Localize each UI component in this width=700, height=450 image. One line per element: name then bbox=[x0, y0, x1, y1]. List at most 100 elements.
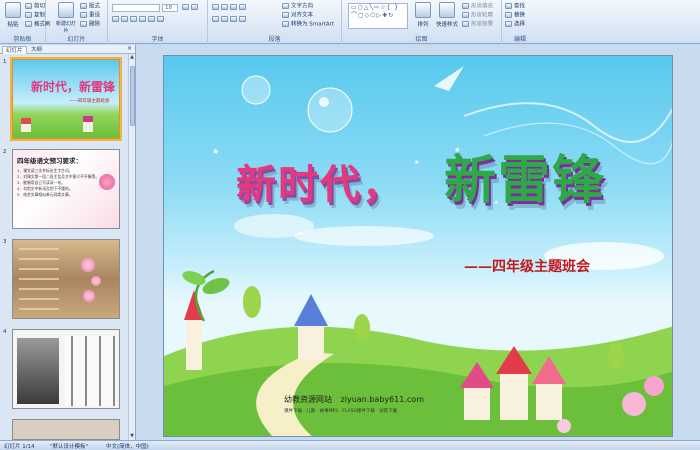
delete-icon bbox=[80, 21, 87, 27]
slide-title-part1: 新时代， bbox=[236, 162, 404, 208]
footer-links: 课件下载 · 儿歌 · 故事MP3 · FLASH课件下载 · 试卷下载 bbox=[284, 409, 398, 414]
slides-group: 新建幻灯片 版式 重设 删除 幻灯片 bbox=[46, 0, 108, 44]
font-format-buttons[interactable] bbox=[112, 16, 166, 24]
smartart-button[interactable]: 转换为 SmartArt bbox=[282, 21, 334, 29]
drawing-group: ▭○△╲⇨☆{ } ⌒▢◇⬠▷✚↻ 排列 快速样式 形状填充 形状轮廓 形状效果 … bbox=[342, 0, 502, 44]
align-buttons[interactable] bbox=[212, 16, 248, 24]
font-group: 18 字体 bbox=[108, 0, 208, 44]
paragraph-label: 段落 bbox=[268, 36, 281, 43]
replace-button[interactable]: 替换 bbox=[505, 12, 525, 20]
slide-thumb-row[interactable]: 3 bbox=[0, 239, 128, 321]
shape-fill-button[interactable]: 形状填充 bbox=[462, 3, 493, 11]
swoosh bbox=[463, 102, 672, 143]
slide-background-art: ★ ★ ★ ★ bbox=[164, 66, 672, 436]
underline-icon bbox=[130, 16, 137, 22]
portrait-photo bbox=[17, 338, 59, 404]
font-size-combo[interactable]: 18 bbox=[162, 4, 178, 12]
layout-button[interactable]: 版式 bbox=[80, 3, 100, 11]
thumb-subtitle: ——四年级主题班会 bbox=[69, 99, 110, 104]
arrange-button[interactable]: 排列 bbox=[412, 2, 434, 32]
tower bbox=[186, 320, 202, 370]
slides-panel: 幻灯片 大纲 × 1 新时代，新雷锋 ——四年级主题班会 2 四年级语文预习要求… bbox=[0, 45, 136, 440]
tab-slides[interactable]: 幻灯片 bbox=[2, 46, 27, 54]
font-name-combo[interactable] bbox=[112, 4, 160, 12]
brush-icon bbox=[25, 21, 32, 27]
slide-number: 4 bbox=[3, 329, 7, 335]
bubble bbox=[307, 87, 353, 133]
sprout-leaf bbox=[182, 271, 206, 285]
house-shape bbox=[21, 118, 31, 132]
scissors-icon bbox=[25, 3, 32, 9]
flower bbox=[622, 392, 646, 416]
find-button[interactable]: 查找 bbox=[505, 3, 525, 11]
align-center-icon bbox=[221, 16, 228, 22]
new-slide-icon bbox=[58, 2, 74, 18]
text-direction-icon bbox=[282, 3, 289, 9]
ribbon: 粘贴 剪切 复制 格式刷 剪贴板 新建幻灯片 版式 重设 删除 幻灯片 18 字… bbox=[0, 0, 700, 44]
numbering-icon bbox=[221, 4, 228, 10]
replace-icon bbox=[505, 12, 512, 18]
close-icon[interactable]: × bbox=[127, 45, 132, 52]
slide-thumbnail[interactable] bbox=[12, 329, 120, 409]
text-direction-button[interactable]: 文字方向 bbox=[282, 3, 313, 11]
copy-button[interactable]: 复制 bbox=[25, 12, 45, 20]
grow-font-icon bbox=[182, 4, 189, 10]
new-slide-button[interactable]: 新建幻灯片 bbox=[54, 2, 78, 34]
slide-canvas[interactable]: ★ ★ ★ ★ 新时代， 新雷锋 ——四年级主题班会 幼教资源网站 ziyuan… bbox=[163, 55, 673, 437]
select-button[interactable]: 选择 bbox=[505, 21, 525, 29]
reset-button[interactable]: 重设 bbox=[80, 12, 100, 20]
site-name: 幼教资源网站 ziyuan.baby611.com bbox=[284, 394, 424, 405]
slide-thumb-row[interactable]: 4 bbox=[0, 329, 128, 411]
clipboard-group: 粘贴 剪切 复制 格式刷 剪贴板 bbox=[0, 0, 51, 44]
scroll-up-icon[interactable]: ▲ bbox=[129, 54, 135, 61]
shape-effects-button[interactable]: 形状效果 bbox=[462, 21, 493, 29]
align-right-icon bbox=[230, 16, 237, 22]
slide-thumbnail[interactable]: 四年级语文预习要求： 1．课文读三次并标出生字生词。 2．对课文第一段二段主旨及… bbox=[12, 149, 120, 229]
slide-subtitle: ——四年级主题班会 bbox=[464, 259, 590, 275]
star-icon: ★ bbox=[414, 159, 419, 166]
grow-font-button[interactable] bbox=[182, 4, 200, 12]
list-buttons[interactable] bbox=[212, 4, 248, 12]
bird-shape bbox=[434, 66, 464, 91]
house bbox=[500, 372, 528, 420]
scrollbar-thumb[interactable] bbox=[130, 66, 135, 126]
quick-styles-button[interactable]: 快速样式 bbox=[434, 2, 460, 32]
paste-icon bbox=[5, 2, 21, 18]
font-label: 字体 bbox=[151, 36, 164, 43]
house bbox=[464, 386, 490, 420]
slides-label: 幻灯片 bbox=[67, 36, 86, 43]
slide-number: 3 bbox=[3, 239, 7, 245]
cut-button[interactable]: 剪切 bbox=[25, 3, 45, 11]
shape-outline-button[interactable]: 形状轮廓 bbox=[462, 12, 493, 20]
paste-button[interactable]: 粘贴 bbox=[2, 2, 24, 32]
align-text-icon bbox=[282, 12, 289, 18]
cloud bbox=[294, 226, 434, 246]
delete-button[interactable]: 删除 bbox=[80, 21, 100, 29]
scroll-down-icon[interactable]: ▼ bbox=[129, 433, 135, 440]
effects-icon bbox=[462, 21, 469, 27]
flower bbox=[557, 419, 571, 433]
slide-title-part2: 新雷锋 bbox=[444, 151, 607, 211]
slide-thumbnail[interactable] bbox=[12, 419, 120, 440]
slide-number: 2 bbox=[3, 149, 7, 155]
panel-scrollbar[interactable]: ▲ ▼ bbox=[128, 54, 135, 440]
quick-styles-icon bbox=[439, 2, 455, 18]
slide-thumb-row[interactable]: 1 新时代，新雷锋 ——四年级主题班会 bbox=[0, 57, 128, 141]
flower-decoration bbox=[83, 290, 95, 302]
tree bbox=[243, 286, 261, 318]
editing-label: 编辑 bbox=[513, 36, 526, 43]
flower-decoration bbox=[99, 174, 115, 190]
slide-thumbnail[interactable] bbox=[12, 239, 120, 319]
site-url: ziyuan.baby611.com bbox=[340, 395, 424, 404]
slide-thumbnail[interactable]: 新时代，新雷锋 ——四年级主题班会 bbox=[10, 57, 122, 141]
select-icon bbox=[505, 21, 512, 27]
slide-thumb-row[interactable] bbox=[0, 419, 128, 440]
tab-outline[interactable]: 大纲 bbox=[28, 46, 45, 54]
slide-thumb-row[interactable]: 2 四年级语文预习要求： 1．课文读三次并标出生字生词。 2．对课文第一段二段主… bbox=[0, 149, 128, 231]
editing-group: 查找 替换 选择 编辑 bbox=[502, 0, 538, 44]
align-left-icon bbox=[212, 16, 219, 22]
thumb-heading: 四年级语文预习要求： bbox=[17, 157, 82, 165]
align-text-button[interactable]: 对齐文本 bbox=[282, 12, 313, 20]
shapes-gallery[interactable]: ▭○△╲⇨☆{ } ⌒▢◇⬠▷✚↻ bbox=[348, 3, 408, 29]
flower-decoration bbox=[91, 276, 101, 286]
